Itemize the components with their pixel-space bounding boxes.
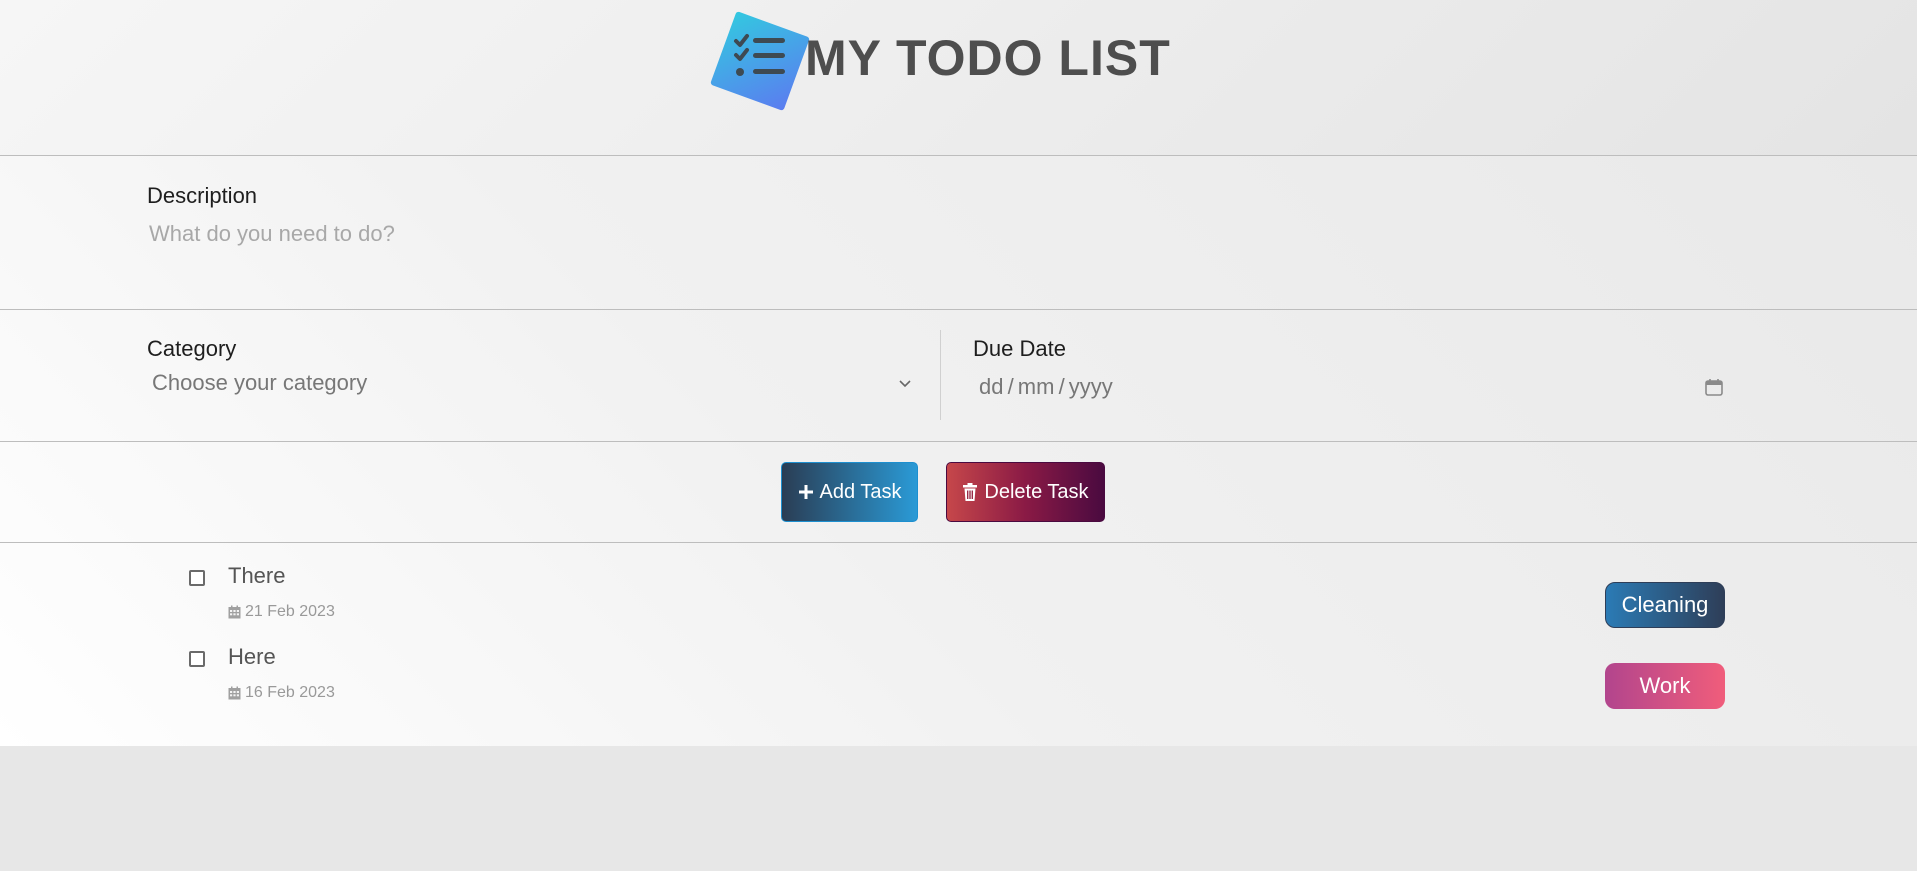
due-date-input[interactable]: dd / mm / yyyy (973, 370, 1728, 406)
add-task-label: Add Task (819, 480, 902, 503)
task-date-wrap: 16 Feb 2023 (228, 684, 335, 702)
delete-task-button[interactable]: Delete Task (946, 462, 1105, 522)
page-title: MY TODO LIST (805, 30, 1171, 86)
category-tag: Cleaning (1605, 582, 1725, 628)
category-select-value: Choose your category (152, 370, 368, 395)
category-date-section: Category Choose your category Due Date d… (0, 310, 1917, 442)
due-date-label: Due Date (973, 336, 1066, 361)
task-checkbox[interactable] (189, 570, 205, 586)
description-label: Description (147, 183, 258, 208)
task-checkbox[interactable] (189, 651, 205, 667)
task-row: There 21 Feb 2023 Cleaning (0, 543, 1917, 628)
calendar-icon (228, 605, 241, 619)
checklist-icon (734, 34, 785, 76)
task-name: There (228, 563, 286, 588)
due-date-placeholder: dd / mm / yyyy (979, 374, 1113, 399)
category-tag: Work (1605, 663, 1725, 709)
task-row: Here 16 Feb 2023 Work (0, 624, 1917, 709)
add-task-button[interactable]: Add Task (781, 462, 918, 522)
description-input[interactable] (147, 216, 1731, 252)
calendar-icon[interactable] (1704, 377, 1724, 397)
category-label: Category (147, 336, 237, 361)
divider (940, 330, 941, 420)
logo (710, 11, 810, 111)
header: MY TODO LIST (0, 0, 1917, 156)
task-date: 16 Feb 2023 (245, 684, 335, 701)
task-date: 21 Feb 2023 (245, 603, 335, 620)
delete-task-label: Delete Task (984, 480, 1089, 503)
description-section: Description (0, 156, 1917, 310)
plus-icon (798, 485, 813, 499)
page-bottom (0, 746, 1917, 871)
actions-section: Add Task Delete Task (0, 442, 1917, 543)
trash-icon (963, 483, 978, 501)
task-name: Here (228, 644, 276, 669)
category-select[interactable]: Choose your category (147, 368, 922, 402)
task-date-wrap: 21 Feb 2023 (228, 603, 335, 621)
calendar-icon (228, 686, 241, 700)
task-list: There 21 Feb 2023 Cleaning Here 16 Feb 2… (0, 543, 1917, 746)
chevron-down-icon (899, 380, 911, 388)
